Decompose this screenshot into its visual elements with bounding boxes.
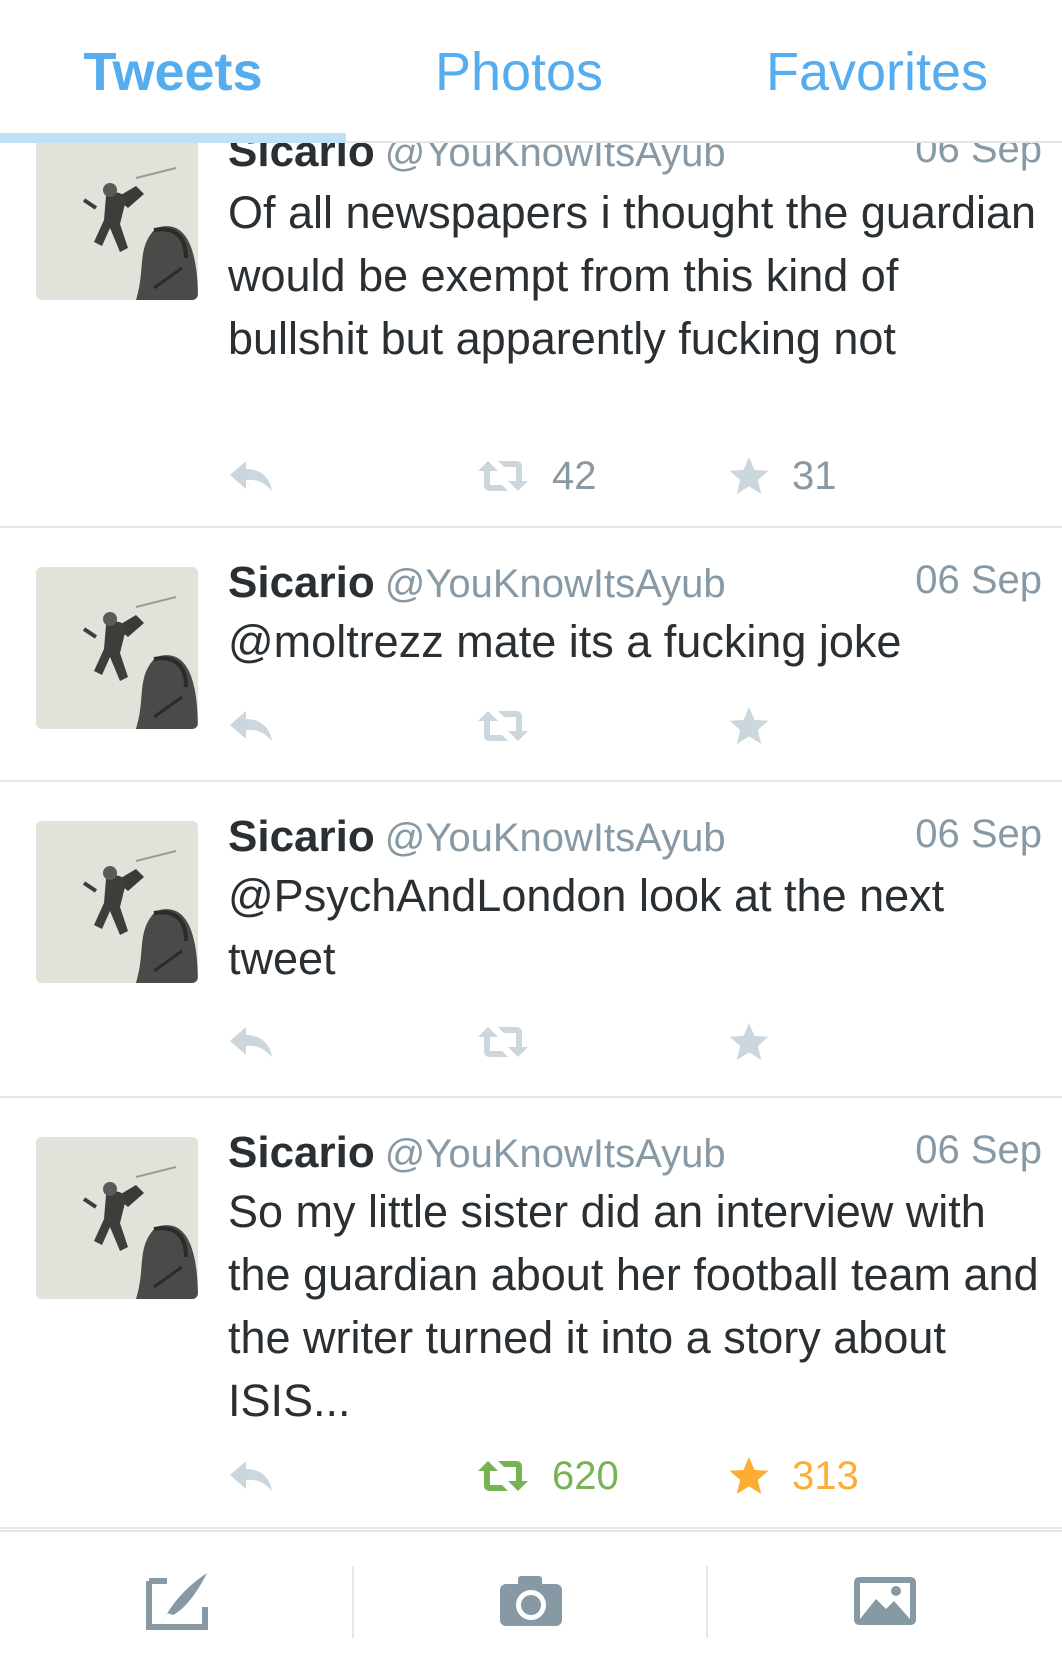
tweet-actions xyxy=(228,700,1048,752)
author-name[interactable]: Sicario xyxy=(228,558,375,607)
retweet-button[interactable]: 620 xyxy=(476,1450,619,1502)
retweet-button[interactable] xyxy=(476,700,552,752)
favorite-count: 313 xyxy=(792,1453,859,1498)
tweet-actions: 42 31 xyxy=(228,450,1048,502)
tweet-date: 06 Sep xyxy=(915,143,1042,171)
retweet-icon xyxy=(476,1025,530,1059)
reply-icon xyxy=(228,1459,274,1493)
reply-icon xyxy=(228,459,274,493)
retweet-count: 42 xyxy=(552,453,597,498)
tweet-header: Sicario @YouKnowItsAyub 06 Sep xyxy=(228,1128,1042,1182)
star-icon xyxy=(728,1022,770,1062)
author-name[interactable]: Sicario xyxy=(228,812,375,861)
image-icon xyxy=(852,1575,918,1632)
favorite-button[interactable]: 31 xyxy=(728,450,837,502)
camera-icon xyxy=(498,1574,564,1633)
author-handle[interactable]: @YouKnowItsAyub xyxy=(385,143,726,175)
author-handle[interactable]: @YouKnowItsAyub xyxy=(385,816,726,860)
avatar-illustration xyxy=(36,821,198,983)
star-icon xyxy=(728,456,770,496)
author-handle[interactable]: @YouKnowItsAyub xyxy=(385,562,726,606)
tweet-actions xyxy=(228,1016,1048,1068)
tweet-item[interactable]: Sicario @YouKnowItsAyub 06 Sep @PsychAndL… xyxy=(0,782,1062,1098)
bottom-toolbar xyxy=(0,1530,1062,1672)
tweet-item[interactable]: Sicario @YouKnowItsAyub 06 Sep Of all new… xyxy=(0,143,1062,528)
tweet-item[interactable]: Sicario @YouKnowItsAyub 06 Sep @moltrezz … xyxy=(0,528,1062,782)
gallery-button[interactable] xyxy=(708,1532,1062,1672)
tweet-text: @PsychAndLondon look at the next tweet xyxy=(228,870,945,984)
tab-favorites[interactable]: Favorites xyxy=(692,0,1062,143)
star-icon xyxy=(728,1456,770,1496)
star-icon xyxy=(728,706,770,746)
favorite-button[interactable]: 313 xyxy=(728,1450,859,1502)
camera-button[interactable] xyxy=(354,1532,708,1672)
favorite-button[interactable] xyxy=(728,700,792,752)
tweet-text: Of all newspapers i thought the guardian… xyxy=(228,187,1037,364)
avatar[interactable] xyxy=(36,567,198,729)
reply-button[interactable] xyxy=(228,450,274,502)
reply-button[interactable] xyxy=(228,700,274,752)
compose-icon xyxy=(145,1571,209,1636)
author-name[interactable]: Sicario xyxy=(228,1128,375,1177)
tweet-text: @moltrezz mate its a fucking joke xyxy=(228,616,902,667)
author-name[interactable]: Sicario xyxy=(228,143,375,176)
reply-button[interactable] xyxy=(228,1016,274,1068)
tweet-item[interactable]: Sicario @YouKnowItsAyub 06 Sep So my litt… xyxy=(0,1098,1062,1529)
profile-tab-bar: Tweets Photos Favorites xyxy=(0,0,1062,143)
compose-button[interactable] xyxy=(0,1532,354,1672)
avatar[interactable] xyxy=(36,143,198,300)
avatar-illustration xyxy=(36,567,198,729)
retweet-icon xyxy=(476,459,530,493)
active-tab-indicator xyxy=(0,133,346,143)
tweet-actions: 620 313 xyxy=(228,1450,1048,1502)
retweet-button[interactable]: 42 xyxy=(476,450,597,502)
tweet-header: Sicario @YouKnowItsAyub 06 Sep xyxy=(228,812,1042,866)
tweet-timeline[interactable]: Sicario @YouKnowItsAyub 06 Sep Of all new… xyxy=(0,143,1062,1530)
reply-button[interactable] xyxy=(228,1450,274,1502)
tweet-date: 06 Sep xyxy=(915,812,1042,856)
retweet-icon xyxy=(476,709,530,743)
reply-icon xyxy=(228,1025,274,1059)
tweet-text: So my little sister did an interview wit… xyxy=(228,1186,1039,1426)
tab-photos[interactable]: Photos xyxy=(346,0,692,143)
avatar[interactable] xyxy=(36,1137,198,1299)
retweet-count: 620 xyxy=(552,1453,619,1498)
author-handle[interactable]: @YouKnowItsAyub xyxy=(385,1132,726,1176)
retweet-button[interactable] xyxy=(476,1016,552,1068)
tweet-header: Sicario @YouKnowItsAyub 06 Sep xyxy=(228,558,1042,612)
tweet-header: Sicario @YouKnowItsAyub 06 Sep xyxy=(228,143,1042,181)
favorite-count: 31 xyxy=(792,453,837,498)
tab-tweets[interactable]: Tweets xyxy=(0,0,346,143)
favorite-button[interactable] xyxy=(728,1016,792,1068)
retweet-icon xyxy=(476,1459,530,1493)
tweet-date: 06 Sep xyxy=(915,1128,1042,1172)
avatar[interactable] xyxy=(36,821,198,983)
avatar-illustration xyxy=(36,1137,198,1299)
tweet-date: 06 Sep xyxy=(915,558,1042,602)
avatar-illustration xyxy=(36,143,198,300)
reply-icon xyxy=(228,709,274,743)
